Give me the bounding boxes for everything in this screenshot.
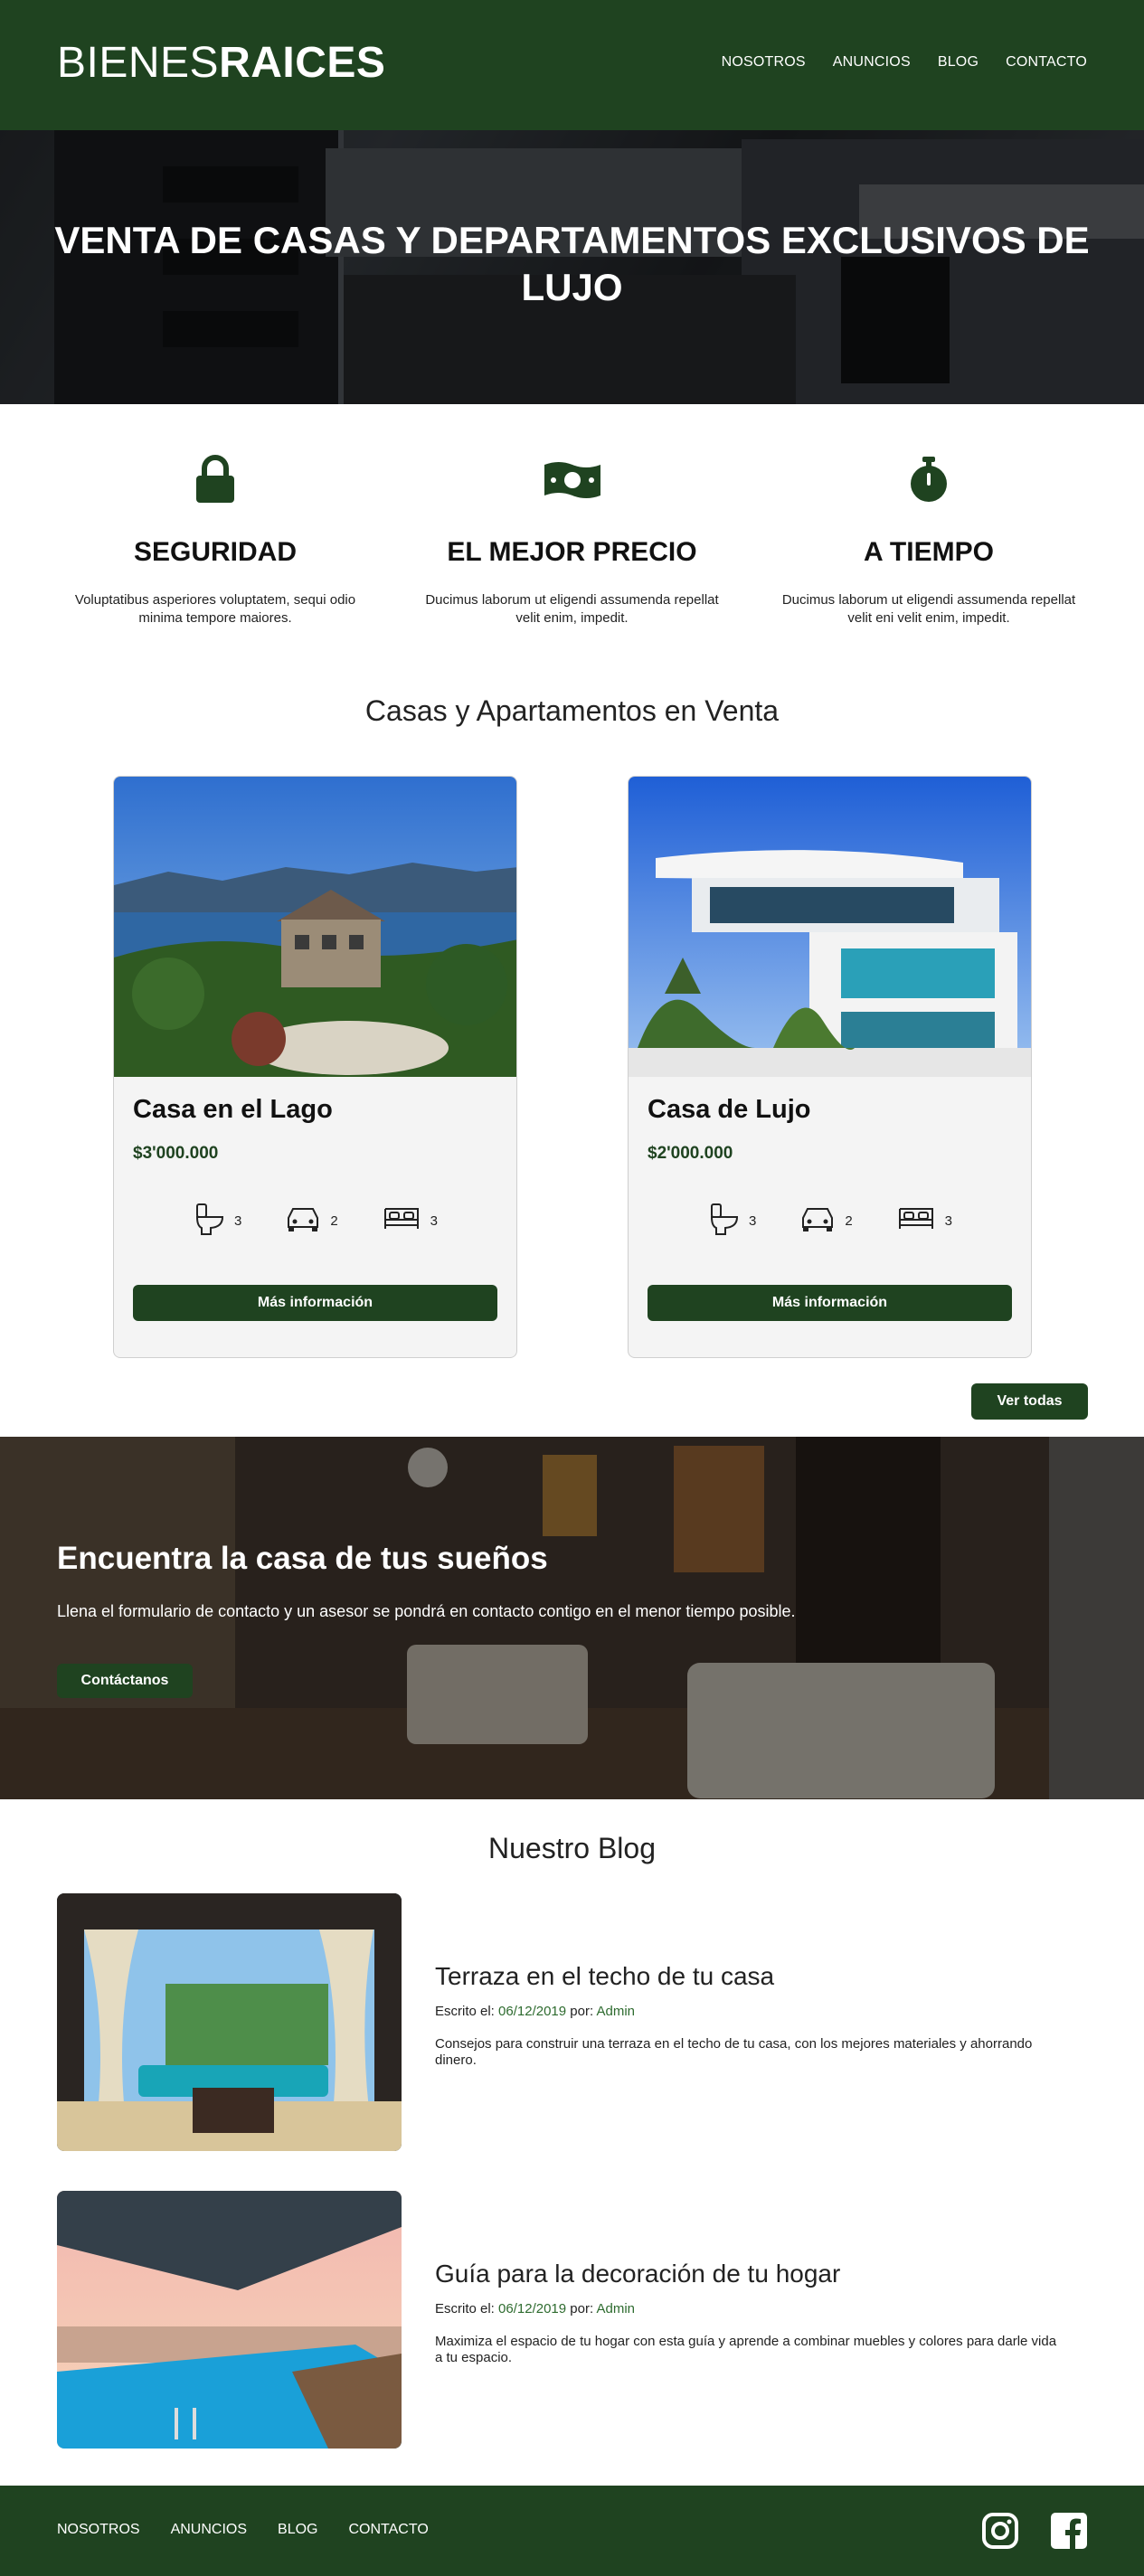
blog-post-image[interactable] <box>57 2191 402 2449</box>
bed-icon <box>382 1205 421 1236</box>
nav-link-anuncios[interactable]: ANUNCIOS <box>833 54 911 71</box>
bed-icon <box>896 1205 936 1236</box>
listing-card: Casa de Lujo $2'000.000 3 2 3 Más inform… <box>628 776 1032 1358</box>
contact-button[interactable]: Contáctanos <box>57 1664 193 1698</box>
contact-banner: Encuentra la casa de tus sueños Llena el… <box>0 1437 1144 1799</box>
listing-name: Casa de Lujo <box>648 1095 811 1124</box>
blog-post: Guía para la decoración de tu hogar Escr… <box>57 2191 1087 2449</box>
listing-price: $3'000.000 <box>133 1144 219 1163</box>
amenity-rooms: 3 <box>382 1202 438 1240</box>
view-all-button[interactable]: Ver todas <box>971 1383 1088 1420</box>
banner-title: Encuentra la casa de tus sueños <box>57 1541 548 1576</box>
feature-mejor-precio: EL MEJOR PRECIO Ducimus laborum ut elige… <box>414 452 731 627</box>
more-info-button[interactable]: Más información <box>648 1285 1012 1321</box>
features-section: SEGURIDAD Voluptatibus asperiores volupt… <box>57 452 1087 627</box>
listing-price: $2'000.000 <box>648 1144 733 1163</box>
blog-post-meta: Escrito el: 06/12/2019 por: Admin <box>435 2004 635 2019</box>
listing-amenities: 3 2 3 <box>629 1202 1031 1240</box>
amenity-parking: 2 <box>285 1202 338 1240</box>
car-icon <box>285 1205 321 1236</box>
blog-post-title[interactable]: Terraza en el techo de tu casa <box>435 1962 774 1991</box>
amenity-count: 2 <box>330 1213 338 1229</box>
footer-link-blog[interactable]: BLOG <box>278 2522 317 2538</box>
blog-title: Nuestro Blog <box>488 1832 656 1864</box>
facebook-icon[interactable] <box>1051 2513 1087 2553</box>
listings-title: Casas y Apartamentos en Venta <box>364 694 780 727</box>
hero-banner: VENTA DE CASAS Y DEPARTAMENTOS EXCLUSIVO… <box>0 130 1144 404</box>
footer-nav: NOSOTROS ANUNCIOS BLOG CONTACTO <box>57 2522 429 2538</box>
feature-title: EL MEJOR PRECIO <box>447 537 697 567</box>
meta-by: por: <box>570 2004 594 2019</box>
footer-link-contacto[interactable]: CONTACTO <box>348 2522 428 2538</box>
blog-post-excerpt: Consejos para construir una terraza en e… <box>435 2036 1033 2068</box>
post-author: Admin <box>596 2004 636 2019</box>
stopwatch-icon <box>771 452 1087 506</box>
blog-post: Terraza en el techo de tu casa Escrito e… <box>57 1893 1087 2151</box>
money-icon <box>414 452 731 506</box>
site-footer: NOSOTROS ANUNCIOS BLOG CONTACTO <box>0 2486 1144 2576</box>
main-nav: NOSOTROS ANUNCIOS BLOG CONTACTO <box>722 54 1087 71</box>
feature-title: A TIEMPO <box>864 537 994 567</box>
post-date: 06/12/2019 <box>498 2004 567 2019</box>
logo-bold-text: RAICES <box>219 39 386 87</box>
feature-a-tiempo: A TIEMPO Ducimus laborum ut eligendi ass… <box>771 452 1087 627</box>
feature-title: SEGURIDAD <box>133 537 297 567</box>
instagram-icon[interactable] <box>982 2513 1018 2553</box>
car-icon <box>799 1205 836 1236</box>
meta-by: por: <box>570 2301 594 2317</box>
listing-card: Casa en el Lago $3'000.000 3 2 3 Más inf… <box>113 776 517 1358</box>
amenity-count: 3 <box>233 1213 242 1229</box>
amenity-rooms: 3 <box>896 1202 952 1240</box>
site-header: BIENESRAICES NOSOTROS ANUNCIOS BLOG CONT… <box>0 0 1144 130</box>
banner-text: Llena el formulario de contacto y un ase… <box>57 1602 796 1620</box>
blog-post-title[interactable]: Guía para la decoración de tu hogar <box>435 2260 840 2288</box>
footer-link-nosotros[interactable]: NOSOTROS <box>57 2522 140 2538</box>
feature-text: Voluptatibus asperiores voluptatem, sequ… <box>74 592 356 626</box>
logo-light-text: BIENES <box>57 39 220 87</box>
meta-prefix: Escrito el: <box>435 2004 495 2019</box>
listing-name: Casa en el Lago <box>133 1095 333 1124</box>
listing-photo[interactable] <box>629 777 1031 1077</box>
toilet-icon <box>709 1202 740 1240</box>
amenity-count: 2 <box>845 1213 853 1229</box>
post-date: 06/12/2019 <box>498 2301 567 2317</box>
amenity-count: 3 <box>944 1213 953 1229</box>
social-links <box>982 2513 1087 2553</box>
nav-link-blog[interactable]: BLOG <box>938 54 979 71</box>
amenity-count: 3 <box>748 1213 757 1229</box>
nav-link-nosotros[interactable]: NOSOTROS <box>722 54 806 71</box>
footer-link-anuncios[interactable]: ANUNCIOS <box>171 2522 247 2538</box>
meta-prefix: Escrito el: <box>435 2301 495 2317</box>
amenity-count: 3 <box>430 1213 439 1229</box>
amenity-parking: 2 <box>799 1202 853 1240</box>
hero-title: VENTA DE CASAS Y DEPARTAMENTOS EXCLUSIVO… <box>54 219 1090 308</box>
blog-post-image[interactable] <box>57 1893 402 2151</box>
feature-text: Ducimus laborum ut eligendi assumenda re… <box>781 592 1076 626</box>
amenity-baths: 3 <box>709 1202 756 1240</box>
site-logo[interactable]: BIENESRAICES <box>57 38 385 89</box>
blog-post-meta: Escrito el: 06/12/2019 por: Admin <box>435 2301 635 2317</box>
feature-text: Ducimus laborum ut eligendi assumenda re… <box>425 592 719 626</box>
blog-post-excerpt: Maximiza el espacio de tu hogar con esta… <box>435 2334 1057 2365</box>
post-author: Admin <box>596 2301 636 2317</box>
listing-amenities: 3 2 3 <box>114 1202 516 1240</box>
nav-link-contacto[interactable]: CONTACTO <box>1006 54 1087 71</box>
listing-photo[interactable] <box>114 777 516 1077</box>
amenity-baths: 3 <box>194 1202 241 1240</box>
more-info-button[interactable]: Más información <box>133 1285 497 1321</box>
feature-seguridad: SEGURIDAD Voluptatibus asperiores volupt… <box>57 452 373 627</box>
toilet-icon <box>194 1202 225 1240</box>
lock-icon <box>57 452 373 506</box>
